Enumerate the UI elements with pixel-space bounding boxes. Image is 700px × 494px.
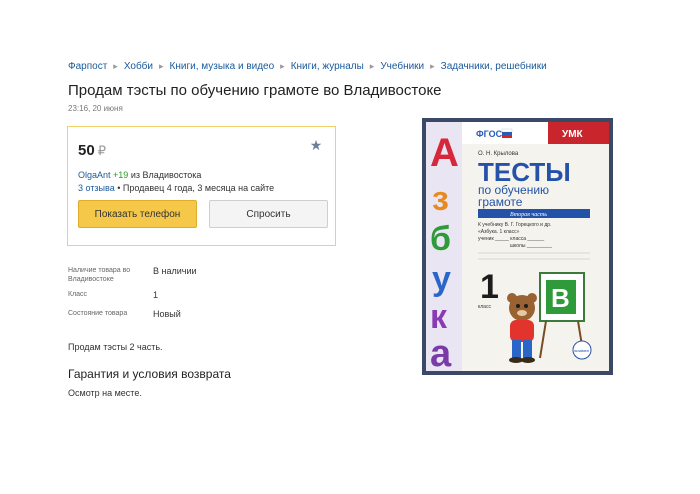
breadcrumb-workbooks[interactable]: Задачники, решебники: [441, 61, 547, 72]
breadcrumb-hobby[interactable]: Хобби: [124, 61, 153, 72]
property-value: 1: [153, 290, 159, 300]
breadcrumb-separator: ▸: [113, 61, 118, 71]
breadcrumb-separator: ▸: [369, 61, 375, 71]
book-part: Вторая часть: [510, 212, 547, 218]
price-value: 50: [78, 142, 95, 159]
description: Продам тэсты 2 часть.: [68, 342, 163, 352]
spine-letter: к: [430, 298, 448, 336]
seller-location: из Владивостока: [130, 170, 202, 180]
book-grade-label: класс: [478, 304, 491, 310]
property-key: Состояние товара: [68, 310, 128, 317]
spine-letter: б: [430, 220, 451, 258]
book-textbook: К учебнику В. Г. Горецкого и др.: [478, 222, 551, 228]
breadcrumb-separator: ▸: [159, 61, 164, 71]
umk-label: УМК: [562, 129, 584, 140]
breadcrumb-separator: ▸: [280, 61, 285, 71]
breadcrumb-separator: ▸: [430, 61, 435, 71]
seller-info: OlgaAnt +19 из Владивостока: [78, 170, 201, 180]
product-photo[interactable]: ФГОС УМК О. Н. Крылова ТЕСТЫ по обучению…: [422, 118, 613, 375]
guarantee-text: Осмотр на месте.: [68, 388, 142, 398]
post-date: 23:16, 20 июня: [68, 104, 123, 113]
book-title-line3: грамоте: [478, 195, 523, 209]
board-letter: В: [551, 283, 570, 313]
breadcrumb-textbooks[interactable]: Учебники: [380, 61, 424, 72]
price-currency: ₽: [97, 143, 106, 158]
breadcrumb-books-music-video[interactable]: Книги, музыка и видео: [170, 61, 275, 72]
spine-letter: з: [432, 180, 449, 218]
book-grade: 1: [480, 268, 499, 306]
property-key: Наличие товара во Владивостоке: [68, 267, 131, 283]
book-cover-image: ФГОС УМК О. Н. Крылова ТЕСТЫ по обучению…: [422, 118, 613, 375]
breadcrumb-farpost[interactable]: Фарпост: [68, 61, 107, 72]
property-value: В наличии: [153, 266, 197, 276]
star-icon[interactable]: ★: [309, 138, 323, 152]
seller-card: 50 ₽ ★ OlgaAnt +19 из Владивостока 3 отзы…: [67, 126, 336, 246]
seller-reviews: 3 отзыва • Продавец 4 года, 3 месяца на …: [78, 183, 274, 193]
spine-letter: а: [430, 333, 452, 375]
show-phone-button[interactable]: Показать телефон: [78, 200, 197, 228]
breadcrumb: Фарпост ▸ Хобби ▸ Книги, музыка и видео …: [68, 61, 547, 72]
fgos-label: ФГОС: [476, 129, 503, 139]
page-title: Продам тэсты по обучению грамоте во Влад…: [68, 82, 442, 99]
book-textbook2: «Азбука. 1 класс»: [478, 229, 520, 235]
price: 50 ₽: [78, 142, 106, 159]
book-school-line: школы _________: [510, 243, 552, 249]
reviews-link[interactable]: 3 отзыва: [78, 183, 115, 193]
property-value: Новый: [153, 309, 181, 319]
seller-rating: +19: [113, 170, 129, 180]
spine-letter: А: [430, 131, 459, 175]
ask-button[interactable]: Спросить: [209, 200, 328, 228]
publisher-label: экзамен: [574, 348, 589, 353]
guarantee-title: Гарантия и условия возврата: [68, 367, 231, 381]
seller-tenure: • Продавец 4 года, 3 месяца на сайте: [117, 183, 275, 193]
book-student-line: ученик _____ класса ______: [478, 236, 544, 242]
property-key: Класс: [68, 291, 88, 298]
breadcrumb-books-magazines[interactable]: Книги, журналы: [291, 61, 364, 72]
seller-name-link[interactable]: OlgaAnt: [78, 170, 111, 180]
spine-letter: у: [432, 260, 451, 298]
